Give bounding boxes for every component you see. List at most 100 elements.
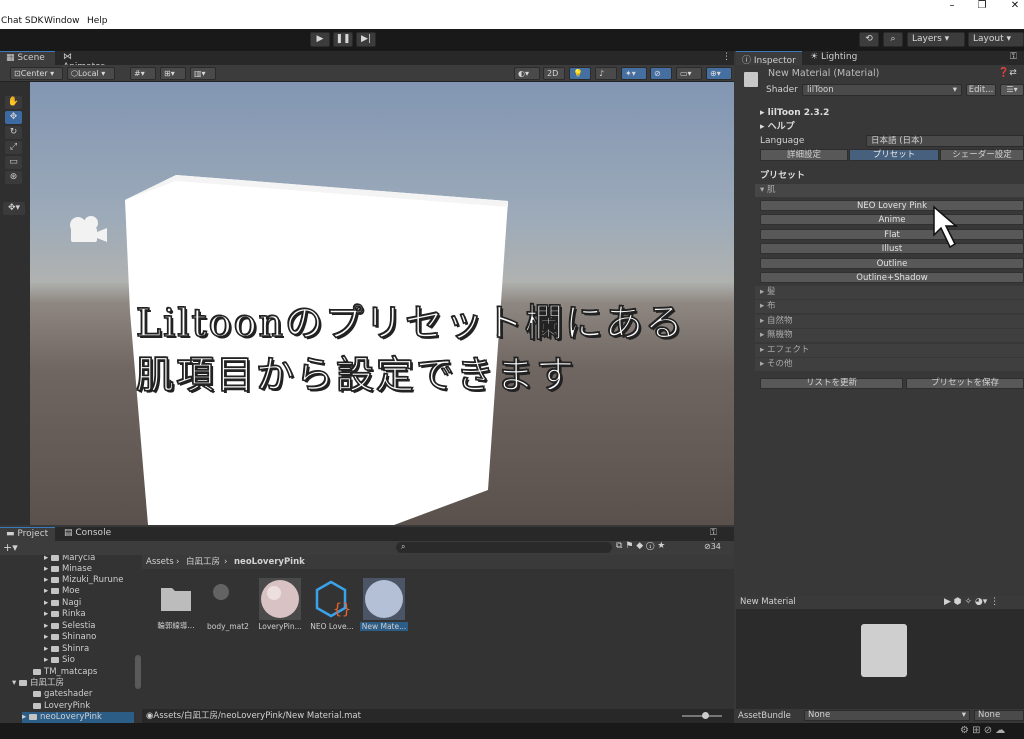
- breadcrumb-assets[interactable]: Assets: [146, 555, 174, 569]
- shader-edit-button[interactable]: Edit...: [966, 84, 996, 96]
- preset-group-nature[interactable]: ▸ 自然物: [755, 315, 1024, 328]
- lighting-icon[interactable]: 💡: [569, 67, 591, 80]
- tree-item[interactable]: ▸ Minase: [44, 564, 92, 575]
- camera-gizmo-icon[interactable]: [67, 214, 109, 244]
- breadcrumb-current[interactable]: neoLoveryPink: [234, 555, 305, 569]
- tree-item[interactable]: ▸ Shinra: [44, 644, 89, 655]
- hidden-objects-icon[interactable]: ⊘: [650, 67, 672, 80]
- menu-window[interactable]: Window: [44, 16, 80, 26]
- lock-icon[interactable]: ⚿: [1004, 51, 1024, 65]
- camera-icon[interactable]: ▭▾: [676, 67, 702, 80]
- tab-lighting[interactable]: ☀ Lighting: [804, 51, 870, 65]
- tab-animator[interactable]: ⋈ Animator: [57, 51, 122, 72]
- space-dropdown[interactable]: ⬡Local ▾: [67, 67, 115, 80]
- scale-tool-icon[interactable]: ⤢: [5, 141, 22, 154]
- effects-icon[interactable]: ✦▾: [621, 67, 647, 80]
- help-settings-icon[interactable]: ❓⇄: [998, 68, 1017, 78]
- rect-tool-icon[interactable]: ▭: [5, 156, 22, 169]
- breadcrumb-folder[interactable]: 白凪工房: [186, 555, 220, 569]
- help-foldout[interactable]: ▸ ヘルプ: [760, 121, 795, 133]
- hidden-count[interactable]: ⊘34: [704, 542, 721, 551]
- tree-item[interactable]: LoveryPink: [33, 701, 90, 712]
- preset-group-cloth[interactable]: ▸ 布: [755, 300, 1024, 313]
- move-tool-icon[interactable]: ✥: [5, 111, 22, 124]
- asset-item[interactable]: body_mat2: [204, 578, 252, 631]
- scene-viewport[interactable]: Liltoonのプリセット欄にある 肌項目から設定できます: [30, 82, 734, 525]
- preset-anime-button[interactable]: Anime: [760, 214, 1024, 225]
- language-dropdown[interactable]: 日本語 (日本): [866, 135, 1024, 147]
- tree-item[interactable]: ▸ Sio: [44, 655, 75, 666]
- tree-item[interactable]: TM_matcaps: [33, 667, 97, 678]
- tree-item[interactable]: ▸ Marycia: [44, 555, 95, 564]
- tree-scrollbar[interactable]: [135, 655, 141, 689]
- tab-inspector[interactable]: ⓘ Inspector: [736, 51, 802, 66]
- filter-icons[interactable]: ⧉ ⚑ ◆ ⓘ ★: [616, 541, 665, 551]
- preset-group-effect[interactable]: ▸ エフェクト: [755, 344, 1024, 357]
- preset-illust-button[interactable]: Illust: [760, 243, 1024, 254]
- tree-item[interactable]: ▸ Moe: [44, 586, 80, 597]
- transform-tool-icon[interactable]: ⊛: [5, 171, 22, 184]
- minimize-icon[interactable]: –: [937, 0, 967, 14]
- menu-help[interactable]: Help: [87, 16, 108, 26]
- save-preset-button[interactable]: プリセットを保存: [906, 378, 1024, 389]
- audio-icon[interactable]: ♪: [595, 67, 617, 80]
- tree-item[interactable]: ▸ Rinka: [44, 609, 86, 620]
- shader-dropdown[interactable]: lilToon ▾: [802, 84, 962, 96]
- tab-scene[interactable]: ▦ Scene: [0, 51, 55, 65]
- history-icon[interactable]: ⟲: [859, 32, 879, 47]
- tab-shader-settings[interactable]: シェーダー設定: [940, 149, 1024, 161]
- tab-project[interactable]: ▬ Project: [0, 527, 55, 541]
- play-button[interactable]: ▶: [310, 32, 330, 47]
- liltoon-version[interactable]: ▸ lilToon 2.3.2: [760, 107, 829, 119]
- add-asset-icon[interactable]: +▾: [3, 541, 18, 554]
- tree-item[interactable]: ▾ 白凪工房: [12, 678, 64, 689]
- close-icon[interactable]: ✕: [1000, 0, 1024, 14]
- preset-group-skin[interactable]: ▾ 肌: [755, 184, 1024, 197]
- assetbundle-variant-dropdown[interactable]: None: [974, 710, 1024, 721]
- hand-tool-icon[interactable]: ✋: [5, 96, 22, 109]
- refresh-list-button[interactable]: リストを更新: [760, 378, 903, 389]
- preset-group-inorganic[interactable]: ▸ 無機物: [755, 329, 1024, 342]
- grid-icon[interactable]: #▾: [130, 67, 156, 80]
- pivot-dropdown[interactable]: ⊡Center ▾: [10, 67, 63, 80]
- preset-outline-shadow-button[interactable]: Outline+Shadow: [760, 272, 1024, 283]
- rotate-tool-icon[interactable]: ↻: [5, 126, 22, 139]
- preset-group-hair[interactable]: ▸ 髪: [755, 286, 1024, 299]
- shader-menu-icon[interactable]: ☰▾: [1000, 84, 1024, 96]
- pause-button[interactable]: ❚❚: [333, 32, 353, 47]
- step-button[interactable]: ▶|: [356, 32, 376, 47]
- custom-tool-icon[interactable]: ✥▾: [3, 202, 25, 215]
- preset-group-other[interactable]: ▸ その他: [755, 358, 1024, 371]
- tree-item[interactable]: ▸ Selestia: [44, 621, 96, 632]
- tree-item[interactable]: ▸ Nagi: [44, 598, 81, 609]
- preview-controls-icon[interactable]: ▶ ⬢ ✧ ◕▾ ⋮: [944, 597, 999, 607]
- project-search-input[interactable]: ⌕: [396, 542, 612, 553]
- asset-item[interactable]: {} NEO Love...: [308, 578, 356, 631]
- 2d-toggle[interactable]: 2D: [543, 67, 565, 80]
- tree-item[interactable]: ▸ Shinano: [44, 632, 96, 643]
- tree-item[interactable]: ▸ Mizuki_Rurune: [44, 575, 123, 586]
- gizmos-icon[interactable]: ⊕▾: [706, 67, 732, 80]
- preset-flat-button[interactable]: Flat: [760, 229, 1024, 240]
- shading-icon[interactable]: ◐▾: [514, 67, 540, 80]
- preset-outline-button[interactable]: Outline: [760, 258, 1024, 269]
- asset-item[interactable]: LoveryPin...: [256, 578, 304, 631]
- status-icons[interactable]: ⚙ ⊞ ⊘ ☁: [960, 725, 1005, 736]
- tab-presets[interactable]: プリセット: [849, 149, 939, 161]
- search-icon[interactable]: ⌕: [883, 32, 903, 47]
- asset-item[interactable]: 輪郭線導...: [152, 578, 200, 631]
- menu-chat-sdk[interactable]: Chat SDK: [1, 16, 43, 26]
- layers-dropdown[interactable]: Layers ▾: [907, 32, 965, 47]
- tab-advanced-settings[interactable]: 詳細設定: [760, 149, 848, 161]
- layout-dropdown[interactable]: Layout ▾: [968, 32, 1024, 47]
- zoom-slider-handle[interactable]: [702, 712, 709, 719]
- tree-item-selected[interactable]: ▸ neoLoveryPink: [22, 712, 134, 723]
- preset-neo-lovery-pink-button[interactable]: NEO Lovery Pink: [760, 200, 1024, 211]
- tab-menu-icon[interactable]: ⋮: [716, 51, 732, 65]
- project-lock-icon[interactable]: ⚿ ⋮: [704, 527, 732, 548]
- asset-item-selected[interactable]: New Mate...: [360, 578, 408, 631]
- tab-console[interactable]: ▤ Console: [58, 527, 118, 541]
- tree-item[interactable]: gateshader: [33, 689, 92, 700]
- increment-icon[interactable]: ▥▾: [190, 67, 216, 80]
- assetbundle-dropdown[interactable]: None ▾: [804, 710, 970, 721]
